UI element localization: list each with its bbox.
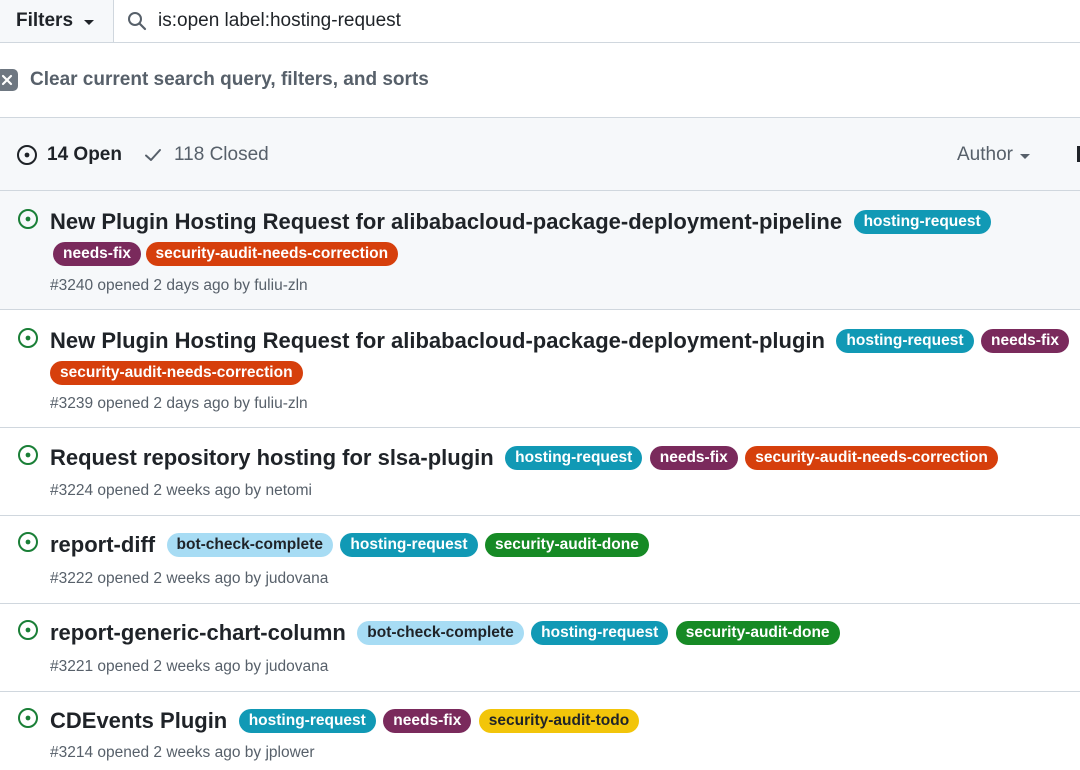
issue-title-line: CDEvents Plugin hosting-request needs-fi… (50, 705, 1070, 737)
issue-opened-icon (17, 145, 37, 165)
label-security-audit-todo[interactable]: security-audit-todo (478, 709, 640, 733)
label-hosting-request[interactable]: hosting-request (340, 533, 478, 557)
issue-title-line: New Plugin Hosting Request for alibabacl… (50, 206, 1070, 270)
issue-opened-icon (18, 532, 38, 552)
label-needs-fix[interactable]: needs-fix (649, 446, 738, 470)
issue-row: report-diff bot-check-complete hosting-r… (0, 516, 1080, 604)
issue-title-link[interactable]: CDEvents Plugin (50, 708, 227, 733)
search-field[interactable] (114, 0, 1080, 42)
issue-title-link[interactable]: report-diff (50, 532, 155, 557)
label-security-audit-needs-correction[interactable]: security-audit-needs-correction (745, 446, 998, 470)
issue-meta: #3214 opened 2 weeks ago by jplower (50, 744, 315, 761)
issue-row: New Plugin Hosting Request for alibabacl… (0, 310, 1080, 428)
filters-button[interactable]: Filters (0, 0, 114, 42)
open-issues-tab[interactable]: 14 Open (16, 144, 122, 166)
search-bar: Filters (0, 0, 1080, 43)
issue-title-line: Request repository hosting for slsa-plug… (50, 442, 1070, 474)
issue-title-link[interactable]: report-generic-chart-column (50, 620, 346, 645)
issue-title-link[interactable]: New Plugin Hosting Request for alibabacl… (50, 328, 825, 353)
issue-opened-icon (18, 445, 38, 465)
author-filter-dropdown[interactable]: Author (957, 144, 1030, 166)
label-hosting-request[interactable]: hosting-request (836, 329, 974, 353)
clear-filters-text: Clear current search query, filters, and… (30, 69, 429, 90)
issue-opened-icon (18, 620, 38, 640)
issue-meta: #3222 opened 2 weeks ago by judovana (50, 570, 329, 587)
label-needs-fix[interactable]: needs-fix (980, 329, 1070, 353)
closed-count: 118 Closed (174, 144, 269, 165)
issue-row: report-generic-chart-column bot-check-co… (0, 604, 1080, 692)
label-security-audit-needs-correction[interactable]: security-audit-needs-correction (50, 361, 303, 385)
issue-row: Request repository hosting for slsa-plug… (0, 428, 1080, 516)
label-security-audit-needs-correction[interactable]: security-audit-needs-correction (145, 242, 399, 266)
search-input[interactable] (158, 10, 958, 32)
caret-down-icon (84, 20, 95, 25)
label-needs-fix[interactable]: needs-fix (383, 709, 472, 733)
label-bot-check-complete[interactable]: bot-check-complete (357, 621, 524, 645)
issue-meta: #3224 opened 2 weeks ago by netomi (50, 482, 312, 499)
label-hosting-request[interactable]: hosting-request (238, 709, 376, 733)
label-hosting-request[interactable]: hosting-request (853, 210, 991, 234)
issue-row: CDEvents Plugin hosting-request needs-fi… (0, 692, 1080, 770)
label-bot-check-complete[interactable]: bot-check-complete (166, 533, 333, 557)
issue-opened-icon (18, 328, 38, 348)
issue-meta: #3240 opened 2 days ago by fuliu-zln (50, 277, 308, 294)
caret-down-icon (1019, 154, 1030, 159)
label-hosting-request[interactable]: hosting-request (531, 621, 669, 645)
search-icon (126, 10, 148, 32)
label-security-audit-done[interactable]: security-audit-done (675, 621, 840, 645)
x-icon (0, 69, 18, 91)
check-icon (145, 149, 161, 161)
issue-row: New Plugin Hosting Request for alibabacl… (0, 191, 1080, 310)
author-filter-label: Author (957, 144, 1013, 165)
filters-button-label: Filters (16, 10, 74, 31)
issue-title-line: report-generic-chart-column bot-check-co… (50, 617, 1070, 649)
issue-opened-icon (18, 708, 38, 728)
issue-title-link[interactable]: Request repository hosting for slsa-plug… (50, 445, 494, 470)
closed-issues-tab[interactable]: 118 Closed (143, 144, 269, 166)
issues-list-header: 14 Open 118 Closed Author (0, 117, 1080, 191)
issue-title-line: report-diff bot-check-complete hosting-r… (50, 529, 1070, 561)
label-needs-fix[interactable]: needs-fix (53, 242, 142, 266)
open-count: 14 Open (47, 144, 122, 165)
issue-meta: #3221 opened 2 weeks ago by judovana (50, 658, 329, 675)
label-hosting-request[interactable]: hosting-request (505, 446, 643, 470)
issue-title-link[interactable]: New Plugin Hosting Request for alibabacl… (50, 209, 842, 234)
label-security-audit-done[interactable]: security-audit-done (485, 533, 649, 557)
issue-opened-icon (18, 209, 38, 229)
clear-filters-link[interactable]: Clear current search query, filters, and… (0, 43, 1080, 117)
issue-meta: #3239 opened 2 days ago by fuliu-zln (50, 395, 308, 412)
issue-title-line: New Plugin Hosting Request for alibabacl… (50, 325, 1070, 389)
